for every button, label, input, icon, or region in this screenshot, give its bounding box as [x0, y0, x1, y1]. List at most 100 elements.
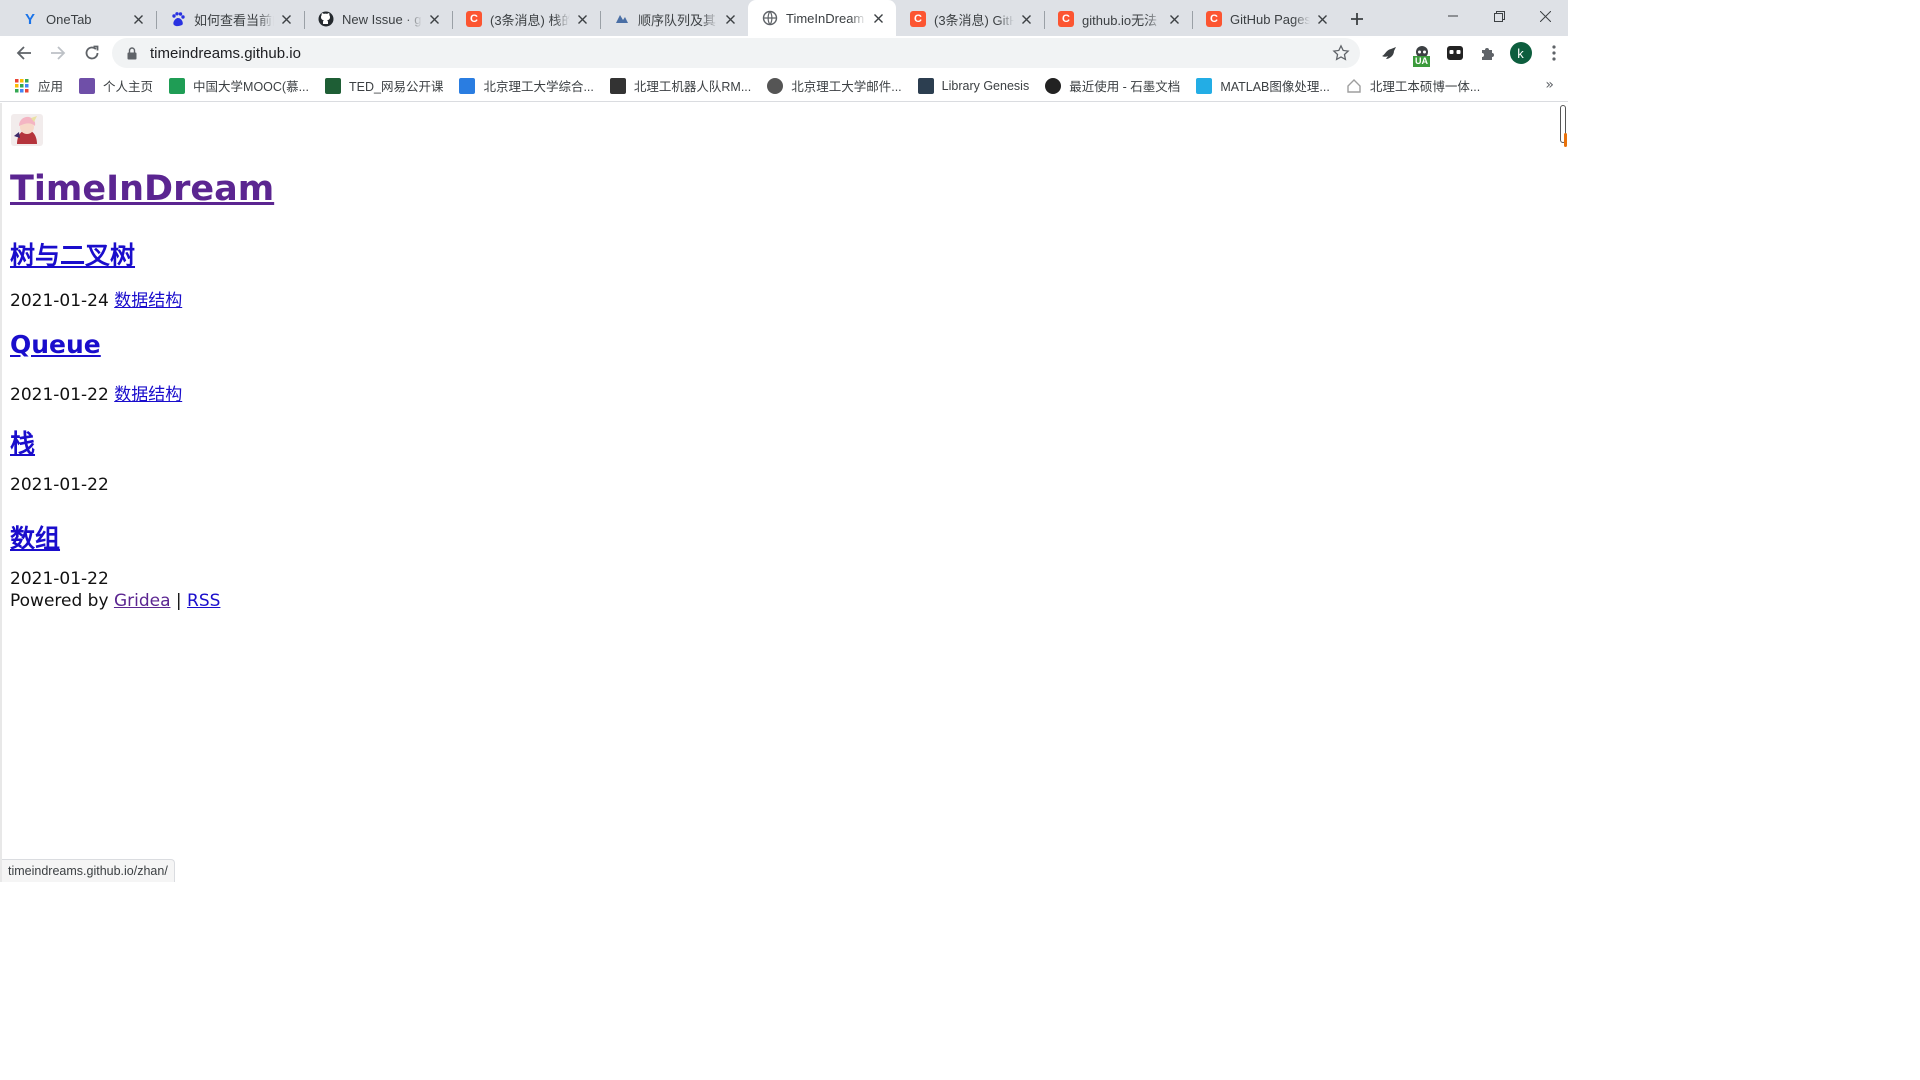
tab-close-icon[interactable]	[870, 10, 886, 26]
tab-3[interactable]: C (3条消息) 栈的	[452, 2, 600, 36]
arrow-left-icon	[16, 46, 31, 60]
scrollbar-accent	[1564, 133, 1567, 147]
mail-icon	[767, 77, 784, 94]
tab-1[interactable]: 如何查看当前的	[156, 2, 304, 36]
profile-avatar-button[interactable]: k	[1504, 37, 1537, 69]
post-title-link[interactable]: 栈	[10, 424, 35, 460]
tab-8[interactable]: C GitHub Pages	[1192, 2, 1340, 36]
bookmark-item-1[interactable]: 个人主页	[79, 76, 153, 95]
gridea-link[interactable]: Gridea	[114, 591, 171, 611]
ua-badge: UA	[1413, 56, 1430, 67]
robot-team-icon	[609, 77, 626, 94]
profile-icon	[79, 77, 96, 94]
bookmark-star-icon[interactable]	[1332, 44, 1350, 66]
post-meta: 2021-01-22	[10, 569, 109, 589]
tab-4[interactable]: 顺序队列及其	[600, 2, 748, 36]
tab-0[interactable]: Y OneTab	[8, 2, 156, 36]
page-viewport: TimeInDream 树与二叉树 2021-01-24 数据结构 Queue 202…	[0, 103, 1558, 882]
bookmark-label: 北理工本硕博一体...	[1369, 80, 1481, 94]
bookmark-list: 应用 个人主页 中国大学MOOC(慕... TED_网易公开课 北京理工大学综合... 北…	[14, 76, 1496, 95]
extension-bird-icon[interactable]	[1372, 37, 1405, 69]
forward-button[interactable]	[42, 37, 74, 69]
tab-close-icon[interactable]	[130, 11, 146, 27]
bookmark-item-7[interactable]: Library Genesis	[917, 77, 1030, 94]
bookmark-label: 应用	[38, 80, 64, 94]
menu-button[interactable]	[1537, 37, 1570, 69]
post-title-link[interactable]: 树与二叉树	[10, 236, 135, 272]
csdn-icon: C	[1058, 11, 1074, 27]
bookmark-item-2[interactable]: 中国大学MOOC(慕...	[169, 76, 309, 95]
post-meta: 2021-01-24 数据结构	[10, 286, 182, 311]
mooc-icon	[169, 77, 186, 94]
bookmark-label: 北京理工大学综合...	[483, 80, 594, 94]
user-agent-switcher-icon[interactable]: UA	[1405, 37, 1438, 69]
extensions-puzzle-icon[interactable]	[1471, 37, 1504, 69]
restore-button[interactable]	[1476, 0, 1522, 32]
tab-close-icon[interactable]	[1018, 11, 1034, 27]
bookmark-label: Library Genesis	[941, 78, 1030, 93]
bit-portal-icon	[459, 77, 476, 94]
globe-icon	[762, 10, 778, 26]
back-button[interactable]	[8, 37, 40, 69]
site-title[interactable]: TimeInDream	[10, 169, 274, 209]
close-icon	[1539, 10, 1551, 22]
onetab-icon: Y	[24, 10, 35, 28]
csdn-icon: C	[466, 11, 482, 27]
reload-icon	[85, 45, 99, 60]
bookmark-label: TED_网易公开课	[349, 80, 444, 94]
github-icon	[318, 11, 334, 27]
bookmark-label: 个人主页	[103, 80, 154, 94]
bookmark-item-0[interactable]: 应用	[14, 76, 63, 95]
post-tag-link[interactable]: 数据结构	[114, 291, 182, 311]
new-tab-button[interactable]	[1340, 2, 1374, 36]
site-logo[interactable]	[11, 114, 43, 146]
tab-close-icon[interactable]	[722, 11, 738, 27]
tab-2[interactable]: New Issue · ge	[304, 2, 452, 36]
bookmark-item-8[interactable]: 最近使用 - 石墨文档	[1045, 76, 1180, 95]
minimize-icon	[1448, 15, 1458, 17]
tab-close-icon[interactable]	[1166, 11, 1182, 27]
bookmarks-overflow-icon[interactable]: »	[1545, 77, 1554, 93]
extension-mask-icon[interactable]	[1438, 37, 1471, 69]
lock-icon[interactable]	[124, 46, 140, 60]
bookmarks-bar: 应用 个人主页 中国大学MOOC(慕... TED_网易公开课 北京理工大学综合... 北…	[0, 70, 1568, 102]
page-scrollbar[interactable]	[1558, 103, 1568, 882]
minimize-button[interactable]	[1430, 0, 1476, 32]
bookmark-label: 北理工机器人队RM...	[633, 80, 752, 94]
tab-close-icon[interactable]	[574, 11, 590, 27]
tab-title: (3条消息) GitH	[934, 12, 1014, 28]
tab-close-icon[interactable]	[1314, 11, 1330, 27]
plus-icon	[1351, 13, 1363, 25]
tab-7[interactable]: Cgithub.io无法	[1044, 2, 1192, 36]
post-tag-link[interactable]: 数据结构	[114, 385, 182, 405]
bookmark-label: 北京理工大学邮件...	[791, 80, 902, 94]
close-window-button[interactable]	[1522, 0, 1568, 32]
restore-icon	[1493, 10, 1505, 22]
bookmark-item-3[interactable]: TED_网易公开课	[325, 76, 443, 95]
reload-button[interactable]	[76, 37, 108, 69]
bilibili-icon	[1196, 77, 1213, 94]
library-icon	[917, 77, 934, 94]
tab-title: 如何查看当前的	[194, 12, 274, 28]
window-controls	[1430, 0, 1568, 32]
page-footer: Powered by Gridea | RSS	[10, 591, 220, 611]
post-title-link[interactable]: 数组	[10, 519, 60, 555]
bookmark-item-9[interactable]: MATLAB图像处理...	[1196, 76, 1330, 95]
address-bar[interactable]: timeindreams.github.io	[112, 38, 1360, 68]
tab-6[interactable]: C (3条消息) GitH	[896, 2, 1044, 36]
bookmark-item-6[interactable]: 北京理工大学邮件...	[767, 76, 902, 95]
tab-5[interactable]: TimeInDream	[748, 0, 896, 36]
post-title-link[interactable]: Queue	[10, 330, 101, 359]
tab-title: TimeInDream	[786, 10, 865, 26]
arrow-right-icon	[51, 46, 66, 60]
bookmark-item-5[interactable]: 北理工机器人队RM...	[609, 76, 752, 95]
bookmark-item-10[interactable]: 北理工本硕博一体...	[1346, 76, 1480, 95]
bookmark-item-4[interactable]: 北京理工大学综合...	[459, 76, 594, 95]
tab-close-icon[interactable]	[278, 11, 294, 27]
browser-toolbar: timeindreams.github.io UA k	[0, 36, 1568, 70]
rss-link[interactable]: RSS	[187, 591, 220, 611]
powered-by-text: Powered by	[10, 591, 109, 611]
tab-close-icon[interactable]	[426, 11, 442, 27]
address-url[interactable]: timeindreams.github.io	[150, 45, 301, 62]
tab-list: Y OneTab 如何查看当前的 New Issue · ge C (3条消息) 栈的 顺序…	[8, 0, 1340, 36]
